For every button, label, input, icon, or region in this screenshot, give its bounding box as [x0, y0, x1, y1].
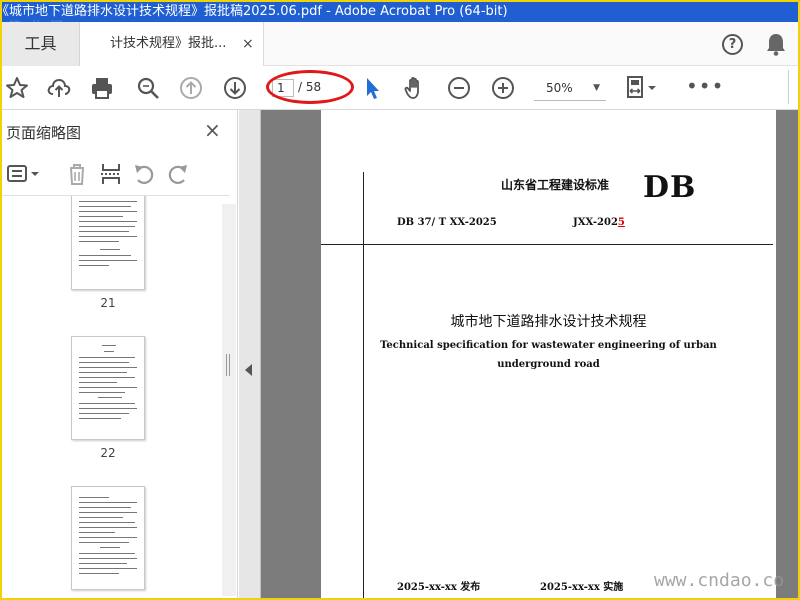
- zoom-value: 50%: [546, 81, 573, 95]
- print-icon[interactable]: [89, 75, 115, 101]
- page-down-icon[interactable]: [222, 75, 248, 101]
- record-code-red-digit: 5: [617, 217, 625, 228]
- acrobat-window: 《城市地下道路排水设计技术规程》报批稿2025.06.pdf - Adobe A…: [2, 2, 798, 598]
- hand-icon[interactable]: [402, 75, 428, 101]
- thumbnail-page-number: 22: [100, 446, 116, 460]
- trash-icon[interactable]: [65, 162, 89, 186]
- thumbnail-sidebar: 页面缩略图 × 21 22: [2, 110, 238, 598]
- zoom-out-icon[interactable]: [446, 75, 472, 101]
- chevron-down-icon: ▼: [593, 83, 600, 93]
- document-title-cn: 城市地下道路排水设计技术规程: [450, 314, 647, 330]
- bell-icon[interactable]: [765, 32, 787, 56]
- document-view: 山东省工程建设标准 DB DB 37/ T XX-2025 JXX-2025 城…: [239, 110, 798, 598]
- more-icon[interactable]: •••: [686, 74, 724, 98]
- pdf-page: 山东省工程建设标准 DB DB 37/ T XX-2025 JXX-2025 城…: [321, 110, 776, 598]
- sidebar-scrollbar[interactable]: [222, 204, 236, 596]
- chevron-left-icon[interactable]: [245, 364, 252, 376]
- rotate-left-icon[interactable]: [132, 162, 156, 186]
- tab-document[interactable]: 计技术规程》报批... ×: [80, 22, 264, 66]
- main-toolbar: 1 / 58 50% ▼ •••: [2, 66, 798, 110]
- page-vertical-rule: [363, 172, 364, 598]
- page-horizontal-rule: [321, 244, 773, 245]
- page-fit-icon[interactable]: [624, 75, 660, 101]
- tab-tools[interactable]: 工具: [2, 22, 80, 66]
- sidebar-collapse-strip[interactable]: [239, 110, 261, 598]
- zoom-dropdown[interactable]: 50% ▼: [534, 75, 606, 101]
- zoom-in-icon[interactable]: [490, 75, 516, 101]
- page-up-icon[interactable]: [178, 75, 204, 101]
- sidebar-toolbar: [2, 154, 230, 196]
- implement-date: 2025-xx-xx 实施: [540, 582, 624, 593]
- db-logo: DB: [643, 170, 697, 205]
- thumbnail-page[interactable]: [71, 336, 145, 440]
- standard-name: 山东省工程建设标准: [501, 178, 610, 192]
- thumbnail-page-number: 21: [100, 296, 116, 310]
- thumbnail-list: 21 22: [2, 196, 238, 598]
- sidebar-resize-handle[interactable]: [226, 354, 230, 376]
- toolbar-divider: [788, 70, 789, 104]
- thumbnail-page[interactable]: [71, 486, 145, 590]
- standard-code: DB 37/ T XX-2025: [397, 217, 497, 228]
- watermark-bottom-right: www.cndao.co: [654, 570, 785, 591]
- publish-date: 2025-xx-xx 发布: [397, 582, 481, 593]
- close-icon[interactable]: ×: [242, 22, 254, 66]
- bookmark-star-icon[interactable]: [4, 75, 30, 101]
- tab-bar: 工具 计技术规程》报批... × ?: [2, 22, 798, 66]
- document-title-en-line2: underground road: [497, 359, 600, 370]
- help-icon[interactable]: ?: [722, 34, 743, 55]
- window-title: 《城市地下道路排水设计技术规程》报批稿2025.06.pdf - Adobe A…: [2, 4, 508, 19]
- record-code-prefix: JXX-202: [573, 217, 618, 228]
- annotation-red-ellipse: [266, 70, 354, 104]
- thumbnail-page[interactable]: [71, 196, 145, 290]
- thumbnail-options-icon[interactable]: [6, 162, 42, 186]
- rotate-right-icon[interactable]: [166, 162, 190, 186]
- tab-document-label: 计技术规程》报批...: [110, 36, 227, 51]
- record-code: JXX-2025: [573, 217, 625, 228]
- document-title-en-line1: Technical specification for wastewater e…: [380, 340, 717, 351]
- sidebar-title: 页面缩略图: [6, 124, 82, 142]
- upload-icon[interactable]: [46, 75, 72, 101]
- search-icon[interactable]: [135, 75, 161, 101]
- close-icon[interactable]: ×: [204, 118, 221, 142]
- insert-page-icon[interactable]: [99, 162, 123, 186]
- select-arrow-icon[interactable]: [359, 75, 385, 101]
- title-bar: 《城市地下道路排水设计技术规程》报批稿2025.06.pdf - Adobe A…: [2, 2, 798, 22]
